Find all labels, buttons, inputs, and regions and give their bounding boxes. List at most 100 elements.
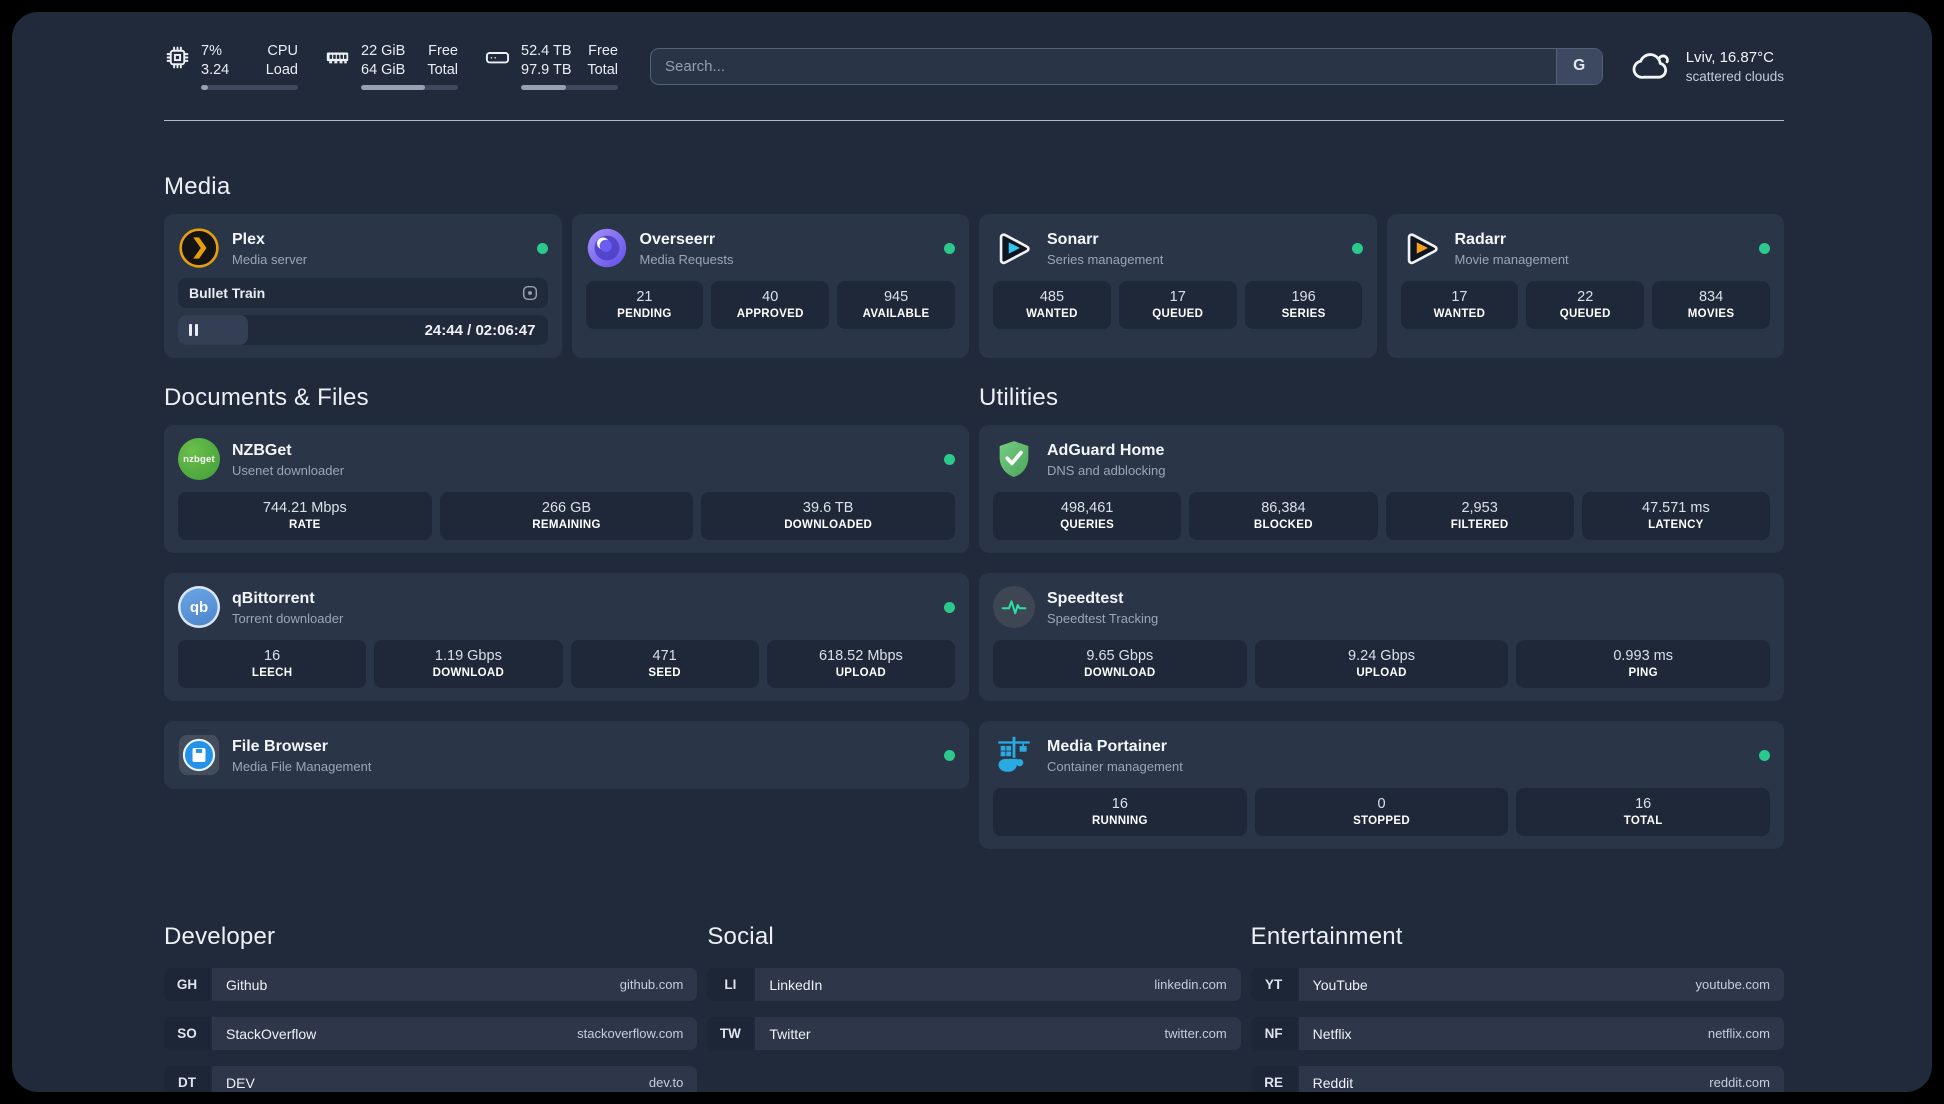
bookmark-abbr: GH <box>164 968 210 1002</box>
portainer-card[interactable]: Media Portainer Container management 16 … <box>979 721 1784 850</box>
stop-icon[interactable] <box>521 284 539 302</box>
top-bar: 7% 3.24 CPU Load 22 GiB 64 GiB Free Tota… <box>164 42 1784 91</box>
service-name: Media Portainer <box>1047 737 1168 755</box>
stat-queued: 17 QUEUED <box>1118 281 1237 330</box>
bookmark-abbr: YT <box>1250 968 1297 1002</box>
bookmark-reddit[interactable]: RE Reddit reddit.com <box>1250 1066 1784 1092</box>
now-playing-progress-fill <box>178 315 249 346</box>
service-name: qBittorrent <box>232 589 315 607</box>
disk-free: 52.4 TB <box>521 43 572 59</box>
bookmark-twitter[interactable]: TW Twitter twitter.com <box>707 1017 1241 1051</box>
stat-running: 16 RUNNING <box>993 788 1247 837</box>
service-name: File Browser <box>232 737 329 755</box>
portainer-icon <box>993 734 1035 776</box>
bookmark-url: reddit.com <box>1709 1075 1770 1091</box>
bookmark-name: StackOverflow <box>226 1025 317 1042</box>
cpu-label: CPU <box>267 43 298 59</box>
service-name: Radarr <box>1454 230 1507 248</box>
stat-remaining: 266 GB REMAINING <box>439 492 694 541</box>
bookmark-name: YouTube <box>1312 976 1368 993</box>
bookmark-netflix[interactable]: NF Netflix netflix.com <box>1250 1017 1784 1051</box>
nzbget-card[interactable]: nzbget NZBGet Usenet downloader 744.21 M… <box>164 425 969 554</box>
section-media: Media Plex Media server Bullet Train 24:… <box>164 173 1784 359</box>
bookmark-stackoverflow[interactable]: SO StackOverflow stackoverflow.com <box>164 1017 698 1051</box>
stat-download: 1.19 Gbps DOWNLOAD <box>374 640 563 689</box>
stat-series: 196 SERIES <box>1244 281 1363 330</box>
disk-free-label: Free <box>588 43 618 59</box>
stat-blocked: 86,384 BLOCKED <box>1189 492 1378 541</box>
service-name: Speedtest <box>1047 589 1124 607</box>
bookmark-url: twitter.com <box>1164 1026 1227 1042</box>
speedtest-icon <box>993 586 1035 629</box>
bookmark-url: dev.to <box>648 1075 684 1091</box>
bookmark-url: youtube.com <box>1695 977 1770 993</box>
now-playing-row: Bullet Train <box>178 278 548 309</box>
memory-widget: 22 GiB 64 GiB Free Total <box>324 42 458 91</box>
stat-movies: 834 MOVIES <box>1652 281 1770 330</box>
bookmark-name: Reddit <box>1312 1074 1354 1091</box>
memory-total-label: Total <box>427 62 458 79</box>
speedtest-card[interactable]: Speedtest Speedtest Tracking 9.65 Gbps D… <box>979 573 1784 702</box>
bookmark-abbr: TW <box>707 1017 754 1051</box>
bookmark-name: DEV <box>226 1074 255 1091</box>
status-dot <box>944 453 955 465</box>
service-desc: DNS and adblocking <box>1047 462 1166 478</box>
bookmark-youtube[interactable]: YT YouTube youtube.com <box>1250 968 1784 1002</box>
weather-summary: Lviv, 16.87°C <box>1685 48 1774 66</box>
bookmarks: Developer GH Github github.com SO StackO… <box>164 923 1784 1092</box>
dashboard: 7% 3.24 CPU Load 22 GiB 64 GiB Free Tota… <box>12 12 1932 1092</box>
service-desc: Usenet downloader <box>232 462 345 478</box>
status-dot <box>1351 242 1363 254</box>
search-input[interactable] <box>651 48 1556 84</box>
status-dot <box>944 601 955 613</box>
bookmark-abbr: LI <box>707 968 754 1002</box>
stat-ping: 0.993 ms PING <box>1516 640 1771 689</box>
disk-total: 97.9 TB <box>521 62 572 79</box>
stat-rate: 744.21 Mbps RATE <box>178 492 432 541</box>
now-playing-time: 24:44 / 02:06:47 <box>424 321 536 339</box>
stat-filtered: 2,953 FILTERED <box>1385 492 1574 541</box>
bookmark-group-social: Social LI LinkedIn linkedin.com TW Twitt… <box>707 923 1241 1092</box>
bookmark-abbr: RE <box>1250 1066 1297 1092</box>
memory-icon <box>324 44 351 90</box>
bookmark-name: Netflix <box>1312 1025 1352 1042</box>
memory-free: 22 GiB <box>361 43 406 59</box>
sonarr-card[interactable]: Sonarr Series management 485 WANTED 17 Q… <box>979 214 1377 359</box>
disk-progress-track <box>521 85 618 91</box>
search-provider-button[interactable]: G <box>1555 48 1602 84</box>
qbittorrent-card[interactable]: qb qBittorrent Torrent downloader 16 LEE… <box>164 573 969 702</box>
service-name: AdGuard Home <box>1047 441 1165 459</box>
memory-progress-fill <box>361 85 426 91</box>
cpu-progress-track <box>201 85 298 91</box>
bookmark-abbr: DT <box>164 1066 210 1092</box>
plex-card[interactable]: Plex Media server Bullet Train 24:44 / 0… <box>164 214 562 359</box>
media-section-title: Media <box>164 173 231 201</box>
service-desc: Movie management <box>1454 251 1569 267</box>
now-playing-title: Bullet Train <box>189 285 266 302</box>
memory-progress-track <box>361 85 458 91</box>
stat-total: 16 TOTAL <box>1516 788 1771 837</box>
documents-section-title: Documents & Files <box>164 384 369 412</box>
bookmark-group-developer: Developer GH Github github.com SO StackO… <box>164 923 698 1092</box>
service-desc: Series management <box>1047 251 1164 267</box>
weather-widget: Lviv, 16.87°C scattered clouds <box>1631 45 1784 87</box>
entertainment-section-title: Entertainment <box>1250 923 1403 951</box>
bookmark-url: github.com <box>619 977 684 993</box>
adguard-icon <box>993 438 1035 480</box>
filebrowser-card[interactable]: File Browser Media File Management <box>164 721 969 790</box>
bookmark-github[interactable]: GH Github github.com <box>164 968 698 1002</box>
cpu-load-label: Load <box>265 62 298 79</box>
bookmark-dev[interactable]: DT DEV dev.to <box>164 1066 698 1092</box>
stat-wanted: 17 WANTED <box>1400 281 1519 330</box>
service-name: Overseerr <box>639 230 716 248</box>
bookmark-group-entertainment: Entertainment YT YouTube youtube.com NF … <box>1250 923 1784 1092</box>
search-bar: G <box>650 47 1603 85</box>
qbittorrent-icon: qb <box>178 586 220 629</box>
radarr-card[interactable]: Radarr Movie management 17 WANTED 22 QUE… <box>1386 214 1784 359</box>
bookmark-linkedin[interactable]: LI LinkedIn linkedin.com <box>707 968 1241 1002</box>
memory-free-label: Free <box>428 43 458 59</box>
adguard-card[interactable]: AdGuard Home DNS and adblocking 498,461 … <box>979 425 1784 554</box>
disk-progress-fill <box>521 85 566 91</box>
overseerr-card[interactable]: Overseerr Media Requests 21 PENDING 40 A… <box>571 214 969 359</box>
disk-widget: 52.4 TB 97.9 TB Free Total <box>484 42 618 91</box>
